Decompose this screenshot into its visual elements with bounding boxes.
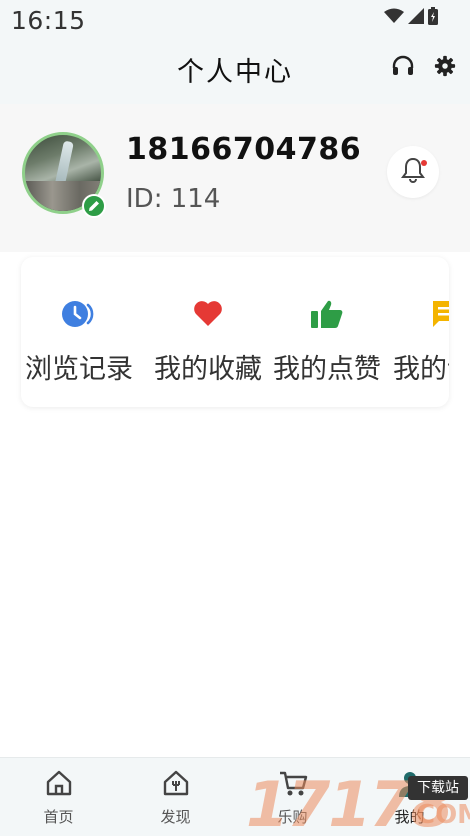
action-my-favorites[interactable]: 我的收藏	[149, 257, 267, 407]
history-icon	[21, 299, 138, 329]
cart-icon	[234, 770, 351, 798]
signal-icon	[408, 8, 424, 28]
profile-section: 18166704786 ID: 114	[0, 104, 470, 252]
notification-button[interactable]	[387, 146, 439, 198]
thumbs-up-icon	[268, 299, 386, 329]
edit-avatar-button[interactable]	[82, 194, 106, 218]
action-my-likes[interactable]: 我的点赞	[268, 257, 386, 407]
quick-actions-card: 浏览记录 我的收藏 我的点赞 我的评	[21, 257, 449, 407]
user-id: ID: 114	[126, 184, 221, 214]
nav-item-discover[interactable]: 发现	[117, 758, 234, 836]
action-label: 我的点赞	[273, 354, 381, 385]
action-label: 浏览记录	[25, 354, 133, 385]
nav-item-mine[interactable]: 我的	[351, 758, 468, 836]
home-icon	[0, 770, 117, 796]
nav-label: 发现	[160, 808, 191, 826]
comment-icon	[387, 299, 449, 329]
gear-icon	[434, 55, 456, 81]
heart-icon	[149, 299, 267, 327]
discover-icon	[117, 770, 234, 796]
nav-label: 乐购	[277, 808, 308, 826]
action-label: 我的收藏	[154, 354, 262, 385]
avatar-container[interactable]	[22, 132, 106, 218]
bottom-nav: 首页 发现 乐购 我的	[0, 757, 470, 836]
action-label: 我的评	[393, 354, 449, 385]
notification-dot	[421, 160, 427, 166]
status-icons	[384, 7, 438, 29]
settings-button[interactable]	[431, 54, 459, 82]
app-header: 个人中心	[0, 40, 470, 96]
status-bar: 16:15	[0, 0, 470, 40]
battery-icon	[428, 7, 438, 29]
action-browsing-history[interactable]: 浏览记录	[21, 257, 138, 407]
pencil-icon	[88, 197, 100, 216]
nav-label: 我的	[394, 808, 425, 826]
headset-button[interactable]	[389, 54, 417, 82]
wifi-icon	[384, 8, 404, 28]
nav-item-shop[interactable]: 乐购	[234, 758, 351, 836]
action-my-comments[interactable]: 我的评	[387, 257, 449, 407]
user-phone: 18166704786	[126, 132, 362, 167]
headset-icon	[391, 54, 415, 82]
profile-icon	[351, 770, 468, 798]
nav-item-home[interactable]: 首页	[0, 758, 117, 836]
nav-label: 首页	[43, 808, 74, 826]
status-time: 16:15	[11, 6, 86, 35]
